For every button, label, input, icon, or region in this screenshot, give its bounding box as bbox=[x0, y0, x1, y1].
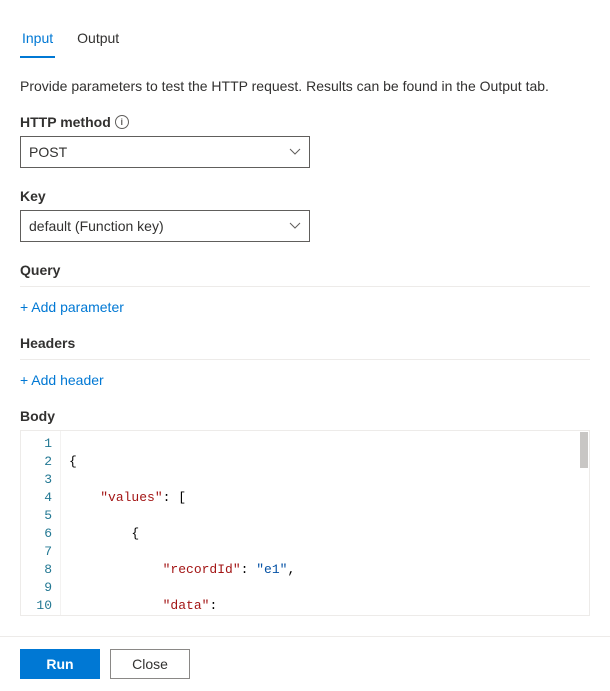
add-header-link[interactable]: + Add header bbox=[20, 372, 104, 388]
http-method-value: POST bbox=[29, 144, 67, 160]
code-token: "values" bbox=[100, 490, 162, 505]
chevron-down-icon bbox=[289, 220, 301, 232]
line-number: 5 bbox=[21, 507, 52, 525]
info-icon[interactable]: i bbox=[115, 115, 129, 129]
line-number: 8 bbox=[21, 561, 52, 579]
line-number: 3 bbox=[21, 471, 52, 489]
body-editor[interactable]: 1 2 3 4 5 6 7 8 9 10 { "values": [ { "re… bbox=[20, 430, 590, 616]
code-token: { bbox=[131, 526, 139, 541]
body-section: Body 1 2 3 4 5 6 7 8 9 10 { "values": [ … bbox=[20, 408, 590, 616]
code-token: : bbox=[209, 598, 217, 613]
code-token: { bbox=[69, 454, 77, 469]
scrollbar[interactable] bbox=[580, 432, 588, 468]
line-number: 2 bbox=[21, 453, 52, 471]
code-area[interactable]: { "values": [ { "recordId": "e1", "data"… bbox=[61, 431, 589, 615]
http-method-field: HTTP method i POST bbox=[20, 114, 590, 168]
description-text: Provide parameters to test the HTTP requ… bbox=[20, 78, 590, 94]
key-value: default (Function key) bbox=[29, 218, 164, 234]
body-label: Body bbox=[20, 408, 590, 424]
add-parameter-link[interactable]: + Add parameter bbox=[20, 299, 124, 315]
line-number: 4 bbox=[21, 489, 52, 507]
headers-section: Headers + Add header bbox=[20, 335, 590, 388]
line-number: 6 bbox=[21, 525, 52, 543]
chevron-down-icon bbox=[289, 146, 301, 158]
code-token: : [ bbox=[163, 490, 186, 505]
query-label: Query bbox=[20, 262, 590, 278]
line-number: 7 bbox=[21, 543, 52, 561]
http-method-select[interactable]: POST bbox=[20, 136, 310, 168]
footer: Run Close bbox=[0, 636, 610, 691]
divider bbox=[20, 359, 590, 360]
divider bbox=[20, 286, 590, 287]
line-number: 9 bbox=[21, 579, 52, 597]
line-number-gutter: 1 2 3 4 5 6 7 8 9 10 bbox=[21, 431, 61, 615]
code-token: "data" bbox=[163, 598, 210, 613]
tab-output[interactable]: Output bbox=[75, 20, 121, 58]
key-select[interactable]: default (Function key) bbox=[20, 210, 310, 242]
code-token: , bbox=[287, 562, 295, 577]
query-section: Query + Add parameter bbox=[20, 262, 590, 315]
http-method-label: HTTP method bbox=[20, 114, 111, 130]
code-token: : bbox=[241, 562, 257, 577]
tab-bar: Input Output bbox=[20, 20, 590, 58]
close-button[interactable]: Close bbox=[110, 649, 190, 679]
headers-label: Headers bbox=[20, 335, 590, 351]
line-number: 10 bbox=[21, 597, 52, 615]
tab-input[interactable]: Input bbox=[20, 20, 55, 58]
code-token: "recordId" bbox=[163, 562, 241, 577]
key-label: Key bbox=[20, 188, 46, 204]
key-field: Key default (Function key) bbox=[20, 188, 590, 242]
line-number: 1 bbox=[21, 435, 52, 453]
code-token: "e1" bbox=[256, 562, 287, 577]
run-button[interactable]: Run bbox=[20, 649, 100, 679]
